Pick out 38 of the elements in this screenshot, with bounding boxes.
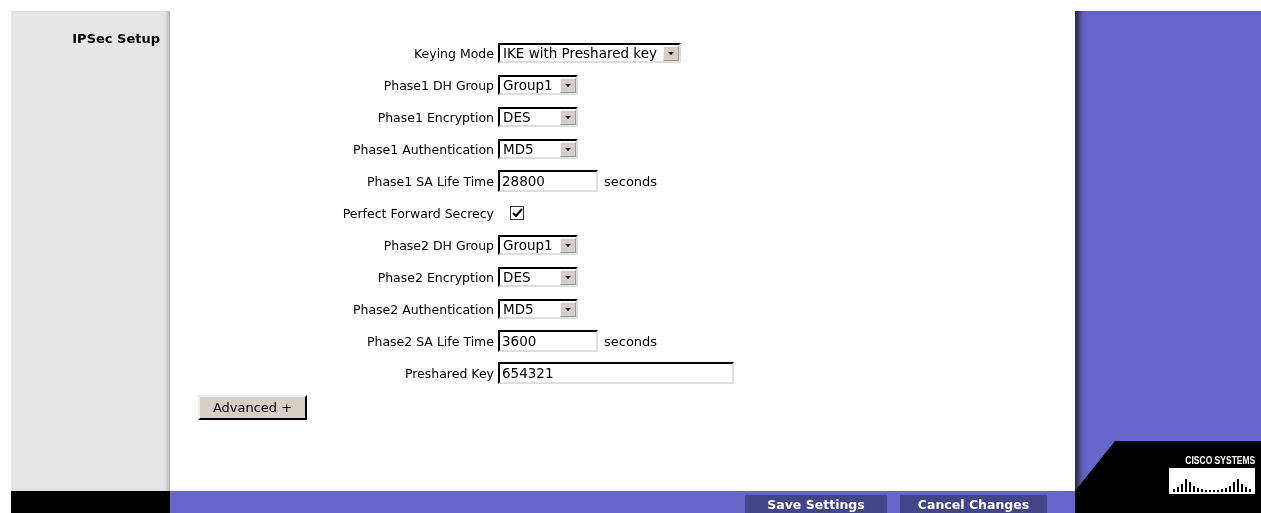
- field-label: Phase1 Authentication: [352, 141, 495, 157]
- field-label: Phase1 SA Life Time: [365, 173, 495, 189]
- advanced-button[interactable]: Advanced +: [198, 395, 307, 420]
- caret-icon: [560, 301, 576, 317]
- field-label: Phase2 SA Life Time: [365, 333, 495, 349]
- caret-icon: [662, 45, 679, 61]
- unit-label: seconds: [604, 333, 658, 349]
- caret-icon: [560, 77, 576, 93]
- field-label: Keying Mode: [412, 45, 495, 61]
- field-label: Phase2 Encryption: [376, 269, 495, 285]
- caret-icon: [560, 269, 576, 285]
- dropdown[interactable]: DES: [498, 267, 578, 287]
- section-title: IPSec Setup: [72, 31, 160, 47]
- dropdown[interactable]: DES: [498, 107, 578, 127]
- field-label: Phase2 Authentication: [352, 301, 495, 317]
- field-label: Phase1 Encryption: [376, 109, 495, 125]
- input-field[interactable]: 3600: [498, 330, 598, 352]
- dropdown[interactable]: MD5: [498, 299, 578, 319]
- bars-logo-icon: [1169, 468, 1255, 494]
- unit-label: seconds: [604, 173, 658, 189]
- caret-icon: [560, 237, 576, 253]
- brand-name: CISCO SYSTEMS: [1185, 455, 1255, 466]
- footer-button[interactable]: Cancel Changes: [900, 495, 1047, 513]
- field-label: Phase1 DH Group: [382, 77, 495, 93]
- field-label: Preshared Key: [403, 365, 495, 381]
- input-field[interactable]: 28800: [498, 170, 598, 192]
- check-icon: [511, 207, 523, 219]
- dropdown[interactable]: Group1: [498, 75, 578, 95]
- footer-button[interactable]: Save Settings: [745, 495, 887, 513]
- caret-icon: [560, 141, 576, 157]
- dropdown[interactable]: MD5: [498, 139, 578, 159]
- caret-icon: [560, 109, 576, 125]
- field-label: Perfect Forward Secrecy: [341, 205, 495, 221]
- checkbox[interactable]: [510, 206, 524, 220]
- input-field[interactable]: 654321: [498, 362, 734, 384]
- dropdown[interactable]: Group1: [498, 235, 578, 255]
- dropdown[interactable]: IKE with Preshared key: [498, 43, 681, 63]
- field-label: Phase2 DH Group: [382, 237, 495, 253]
